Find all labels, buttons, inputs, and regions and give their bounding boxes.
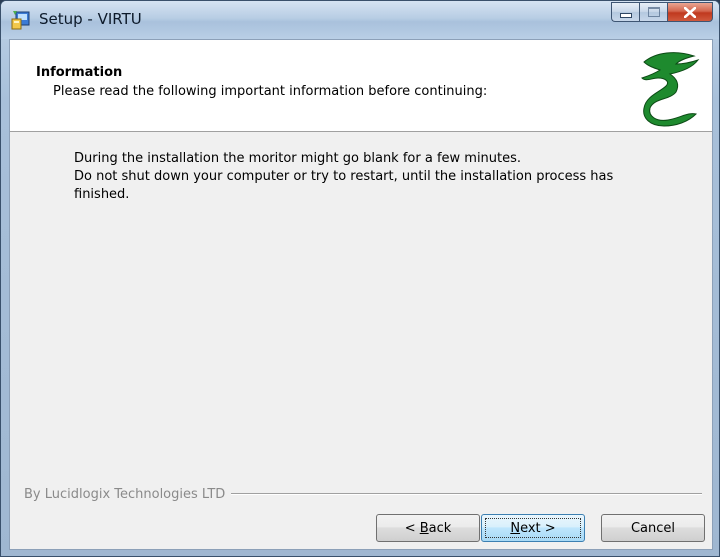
minimize-button[interactable] [611, 2, 639, 22]
maximize-button[interactable] [639, 2, 667, 22]
separator-rule [231, 493, 702, 495]
close-button[interactable] [667, 2, 713, 22]
wizard-header: Information Please read the following im… [10, 40, 712, 132]
window-title: Setup - VIRTU [39, 10, 142, 28]
info-line: During the installation the moritor migh… [74, 151, 522, 166]
setup-window: Setup - VIRTU Information Please read th… [0, 0, 720, 557]
next-button-label: Next > [510, 520, 556, 536]
next-button[interactable]: Next > [481, 514, 585, 542]
cancel-button-label: Cancel [630, 520, 676, 536]
dragon-logo-icon [641, 52, 700, 127]
info-line: Do not shut down your computer or try to… [74, 169, 614, 184]
info-line: finished. [74, 187, 130, 202]
page-title: Information [36, 65, 123, 80]
brand-separator: By Lucidlogix Technologies LTD [24, 486, 702, 502]
title-bar[interactable]: Setup - VIRTU [1, 1, 719, 39]
back-button-label: < Back [404, 520, 452, 536]
minimize-icon [619, 12, 632, 18]
cancel-button[interactable]: Cancel [601, 514, 705, 542]
back-button[interactable]: < Back [376, 514, 480, 542]
caption-buttons [611, 2, 713, 22]
information-text: During the installation the moritor migh… [74, 150, 674, 204]
page-subtitle: Please read the following important info… [53, 84, 488, 99]
maximize-icon [647, 7, 660, 17]
wizard-page: Information Please read the following im… [9, 39, 713, 550]
close-icon [684, 6, 696, 18]
brand-text: By Lucidlogix Technologies LTD [24, 486, 226, 502]
setup-icon [11, 11, 30, 30]
